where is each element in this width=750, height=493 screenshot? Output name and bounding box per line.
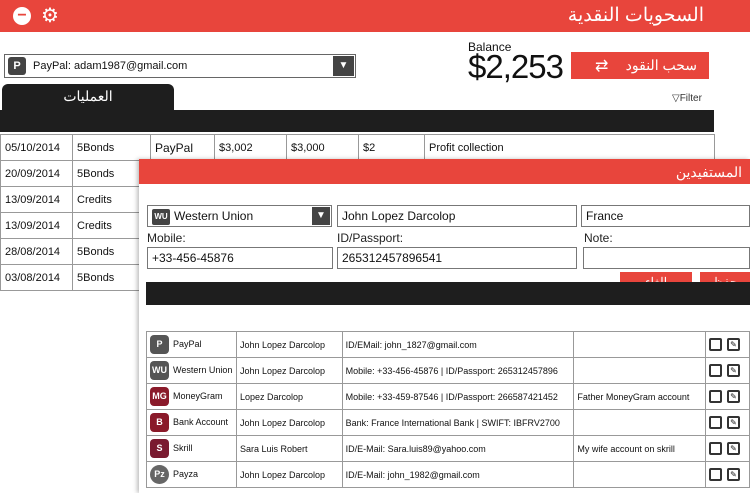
table-row[interactable]: S Skrill Sara Luis Robert ID/E-Mail: Sara… (146, 435, 750, 462)
filter-icon: ▽ (672, 93, 680, 104)
chevron-down-icon[interactable]: ▼ (333, 56, 354, 76)
row-method: PayPal (173, 338, 202, 349)
beneficiaries-header-bar (146, 282, 750, 305)
method-select[interactable]: WU Western Union ▼ (147, 205, 332, 227)
beneficiaries-title: المستفيدين (675, 164, 742, 180)
tx-date: 13/09/2014 (0, 186, 73, 213)
skrill-icon: S (150, 439, 169, 458)
withdraw-button[interactable]: ⇄ سحب النقود (571, 52, 709, 79)
id-label: ID/Passport: (337, 231, 404, 245)
name-field[interactable]: John Lopez Darcolop (337, 205, 577, 227)
mobile-field[interactable]: +33-456-45876 (147, 247, 333, 269)
row-note (573, 331, 706, 358)
moneygram-icon: MG (150, 387, 169, 406)
tx-date: 20/09/2014 (0, 160, 73, 187)
tx-date: 28/08/2014 (0, 238, 73, 265)
table-row[interactable]: 05/10/2014 5Bonds PayPal $3,002 $3,000 $… (0, 134, 715, 161)
copy-icon[interactable] (708, 364, 722, 377)
row-details: Mobile: +33-456-45876 | ID/Passport: 265… (341, 357, 575, 384)
note-label: Note: (584, 231, 613, 245)
tab-transactions[interactable]: العمليات (2, 84, 174, 110)
tx-fee: $2 (358, 134, 425, 161)
edit-icon[interactable]: ✎ (726, 338, 740, 351)
row-name: John Lopez Darcolop (235, 331, 343, 358)
tx-amount: $3,002 (214, 134, 287, 161)
account-select[interactable]: P PayPal: adam1987@gmail.com ▼ (4, 54, 356, 78)
row-name: Sara Luis Robert (235, 435, 343, 462)
table-row[interactable]: P PayPal John Lopez Darcolop ID/EMail: jo… (146, 331, 750, 358)
row-note (573, 409, 706, 436)
table-row[interactable]: B Bank Account John Lopez Darcolop Bank: … (146, 409, 750, 436)
transactions-header-bar (0, 110, 714, 132)
paypal-icon: P (8, 57, 26, 75)
table-row[interactable]: MG MoneyGram Lopez Darcolop Mobile: +33-4… (146, 383, 750, 410)
tx-note: Profit collection (424, 134, 715, 161)
tx-amount2: $3,000 (286, 134, 359, 161)
bank-icon: B (150, 413, 169, 432)
row-method: Bank Account (173, 416, 229, 427)
table-row[interactable]: Pz Payza John Lopez Darcolop ID/E-Mail: j… (146, 461, 750, 488)
row-details: ID/E-Mail: Sara.luis89@yahoo.com (341, 435, 575, 462)
filter-button[interactable]: ▽Filter (672, 93, 702, 104)
page-title: السحويات النقدية (567, 5, 704, 26)
copy-icon[interactable] (708, 390, 722, 403)
edit-icon[interactable]: ✎ (726, 442, 740, 455)
edit-icon[interactable]: ✎ (726, 416, 740, 429)
beneficiaries-table: P PayPal John Lopez Darcolop ID/EMail: jo… (146, 331, 750, 488)
note-field[interactable] (583, 247, 750, 269)
row-method: MoneyGram (173, 390, 223, 401)
exchange-icon: ⇄ (595, 58, 609, 75)
western-union-icon: WU (152, 209, 170, 225)
row-name: Lopez Darcolop (235, 383, 343, 410)
row-details: ID/E-Mail: john_1982@gmail.com (341, 461, 575, 488)
top-bar: − ⚙ السحويات النقدية (0, 0, 750, 32)
row-note: Father MoneyGram account (573, 383, 706, 410)
copy-icon[interactable] (708, 416, 722, 429)
method-select-value: Western Union (174, 209, 254, 224)
filter-label: Filter (679, 93, 702, 104)
row-note (573, 357, 706, 384)
row-note (573, 461, 706, 488)
mobile-label: Mobile: (147, 231, 186, 245)
edit-icon[interactable]: ✎ (726, 390, 740, 403)
tx-date: 03/08/2014 (0, 264, 73, 291)
tx-date: 05/10/2014 (0, 134, 73, 161)
row-name: John Lopez Darcolop (235, 357, 343, 384)
tx-type: 5Bonds (72, 134, 151, 161)
tx-method: PayPal (150, 134, 215, 161)
row-method: Payza (173, 468, 199, 479)
copy-icon[interactable] (708, 468, 722, 481)
copy-icon[interactable] (708, 442, 722, 455)
row-details: Bank: France International Bank | SWIFT:… (341, 409, 575, 436)
tx-date: 13/09/2014 (0, 212, 73, 239)
row-method: Skrill (173, 442, 193, 453)
minimize-icon[interactable]: − (13, 7, 31, 25)
beneficiaries-header: المستفيدين (139, 159, 750, 184)
row-details: Mobile: +33-459-87546 | ID/Passport: 266… (341, 383, 575, 410)
chevron-down-icon[interactable]: ▼ (312, 207, 330, 225)
edit-icon[interactable]: ✎ (726, 468, 740, 481)
id-field[interactable]: 265312457896541 (337, 247, 577, 269)
row-note: My wife account on skrill (573, 435, 706, 462)
gear-icon[interactable]: ⚙ (39, 5, 61, 27)
balance-amount: $2,253 (468, 48, 564, 85)
row-details: ID/EMail: john_1827@gmail.com (341, 331, 575, 358)
payza-icon: Pz (150, 465, 169, 484)
beneficiaries-panel: المستفيدين WU Western Union ▼ John Lopez … (139, 159, 750, 493)
copy-icon[interactable] (708, 338, 722, 351)
row-method: Western Union (173, 364, 233, 375)
row-name: John Lopez Darcolop (235, 409, 343, 436)
account-select-value: PayPal: adam1987@gmail.com (33, 60, 188, 72)
country-field[interactable]: France (581, 205, 750, 227)
table-row[interactable]: WU Western Union John Lopez Darcolop Mobi… (146, 357, 750, 384)
western-union-icon: WU (150, 361, 169, 380)
row-name: John Lopez Darcolop (235, 461, 343, 488)
withdraw-label: سحب النقود (625, 57, 697, 73)
paypal-icon: P (150, 335, 169, 354)
edit-icon[interactable]: ✎ (726, 364, 740, 377)
